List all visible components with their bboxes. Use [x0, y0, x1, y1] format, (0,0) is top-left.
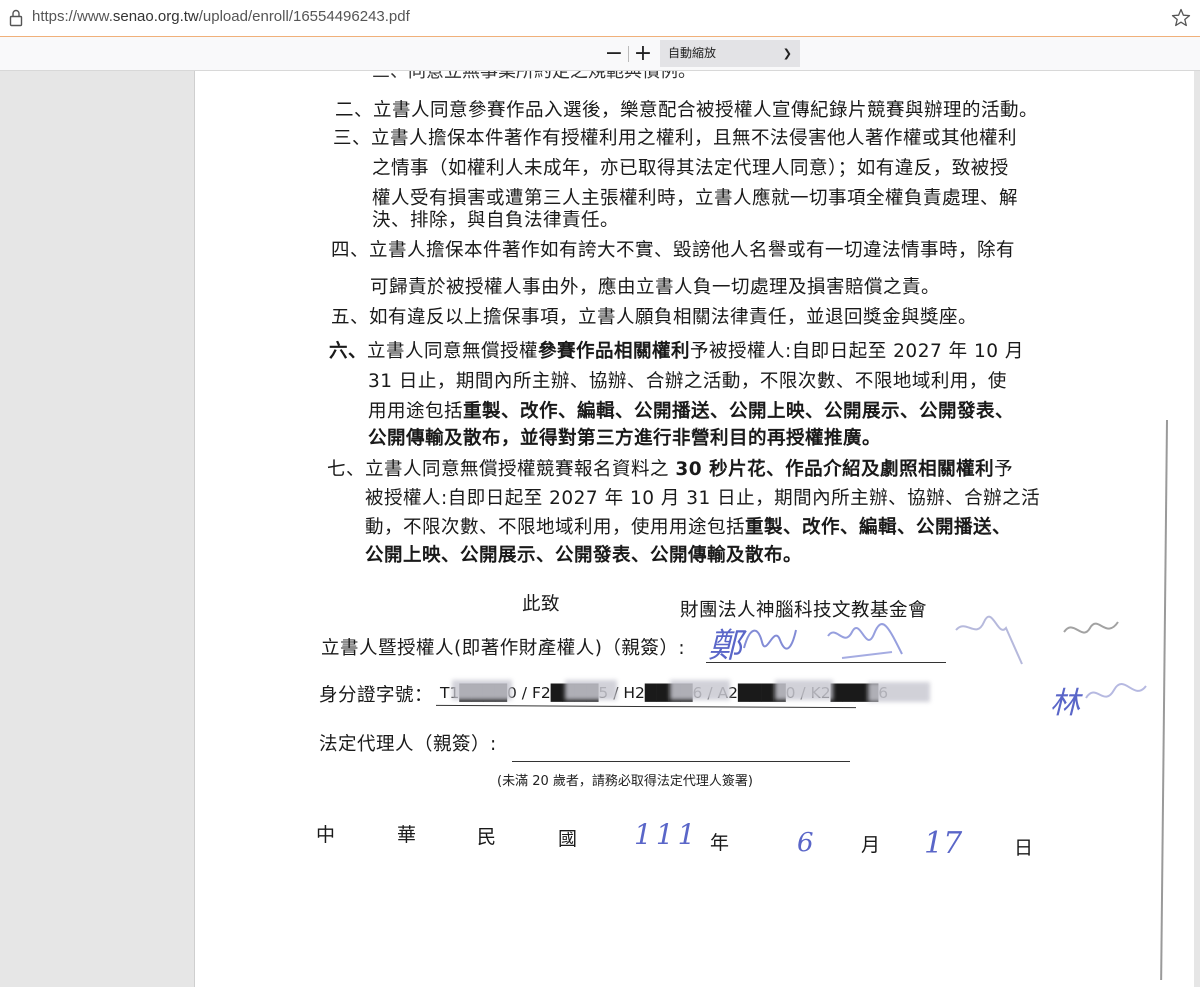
clause-6-text-b: 予被授權人:自即日起至 2027 年 10 月: [690, 341, 1024, 362]
clause-6-text-a: 立書人同意無償授權: [367, 341, 539, 362]
signature-scribble: [955, 615, 1023, 665]
document-content: 三、同意立無事業所約定之規範與慣例。 二、立書人同意參賽作品入選後，樂意配合被授…: [0, 0, 1200, 987]
clause-7-line-1: 七、立書人同意無償授權競賽報名資料之 30 秒片花、作品介紹及劇照相關權利予: [327, 455, 1013, 481]
clause-6-line-4: 公開傳輸及散布，並得對第三方進行非營利目的再授權推廣。: [368, 428, 882, 449]
id-redaction: [670, 680, 730, 700]
clause-7-bold-a: 30 秒片花、作品介紹及劇照相關權利: [675, 459, 995, 480]
handwritten-month: 6: [797, 828, 814, 858]
clause-6-line-2: 31 日止，期間內所主辦、協辦、合辦之活動，不限次數、不限地域利用，使: [368, 371, 1007, 392]
date-era-char: 華: [397, 824, 417, 846]
clause-7-line-3: 動，不限次數、不限地域利用，使用用途包括重製、改作、編輯、公開播送、: [365, 513, 1011, 539]
id-underline: [436, 704, 856, 709]
clause-6-bold-a: 參賽作品相關權利: [538, 341, 691, 362]
id-redaction: [565, 680, 617, 700]
guardian-label: 法定代理人（親簽）:: [319, 734, 497, 755]
closing-text: 此致: [522, 594, 561, 615]
clause-6-line-3: 用用途包括重製、改作、編輯、公開播送、公開上映、公開展示、公開發表、: [368, 397, 1014, 423]
clause-5: 五、如有違反以上擔保事項，立書人願負相關法律責任，並退回獎金與獎座。: [331, 307, 978, 328]
cut-off-line: 三、同意立無事業所約定之規範與慣例。: [372, 61, 696, 82]
signature-scribble: [1063, 621, 1119, 634]
date-month-label: 月: [861, 834, 881, 856]
clause-3-line-1: 三、立書人擔保本件著作有授權利用之權利，且無不法侵害他人著作權或其他權利: [333, 128, 1018, 149]
id-redaction: [452, 680, 512, 700]
guardian-signature-line: [512, 761, 850, 762]
signature-scribble: [743, 629, 797, 650]
signature-name: 林: [1050, 686, 1080, 721]
date-era-char: 中: [316, 824, 336, 846]
clause-7-line-2: 被授權人:自即日起至 2027 年 10 月 31 日止，期間內所主辦、協辦、合…: [365, 488, 1041, 509]
date-era-char: 國: [558, 828, 578, 850]
clause-7-text-a: 七、立書人同意無償授權競賽報名資料之: [327, 459, 676, 480]
guardian-note: (未滿 20 歲者，請務必取得法定代理人簽署): [497, 774, 753, 789]
clause-4-line-1: 四、立書人擔保本件著作如有誇大不實、毀謗他人名譽或有一切違法情事時，除有: [331, 240, 1016, 261]
clause-6-text-c: 用用途包括: [368, 401, 464, 422]
clause-6-number: 六、: [329, 341, 368, 362]
clause-3-line-4: 決、排除，與自負法律責任。: [372, 210, 620, 231]
signature-scribble: [827, 623, 903, 659]
signature-scribble: [1085, 683, 1147, 699]
clause-6-line-1: 六、立書人同意無償授權參賽作品相關權利予被授權人:自即日起至 2027 年 10…: [329, 337, 1024, 363]
id-redaction: [868, 682, 930, 702]
clause-2: 二、立書人同意參賽作品入選後，樂意配合被授權人宣傳紀錄片競賽與辦理的活動。: [335, 100, 1039, 121]
clause-7-text-c: 動，不限次數、不限地域利用，使用用途包括: [365, 517, 746, 538]
clause-7-text-b: 予: [994, 459, 1014, 480]
id-redaction: [775, 680, 833, 700]
handwritten-year: 111: [634, 818, 700, 851]
date-year-label: 年: [710, 832, 730, 854]
signer-label: 立書人暨授權人(即著作財產權人)（親簽）:: [321, 638, 686, 659]
signature-name: 鄭: [708, 626, 742, 666]
id-label: 身分證字號：: [319, 685, 434, 706]
clause-7-line-4: 公開上映、公開展示、公開發表、公開傳輸及散布。: [365, 545, 803, 566]
clause-4-line-2: 可歸責於被授權人事由外，應由立書人負一切處理及損害賠償之責。: [370, 277, 941, 298]
handwritten-day: 17: [924, 826, 963, 861]
clause-7-bold-b: 重製、改作、編輯、公開播送、: [745, 517, 1012, 538]
clause-6-bold-b: 重製、改作、編輯、公開播送、公開上映、公開展示、公開發表、: [463, 401, 1015, 422]
clause-3-line-2: 之情事（如權利人未成年，亦已取得其法定代理人同意）；如有違反，致被授: [372, 158, 1009, 179]
date-era-char: 民: [477, 826, 497, 848]
date-day-label: 日: [1014, 837, 1034, 859]
